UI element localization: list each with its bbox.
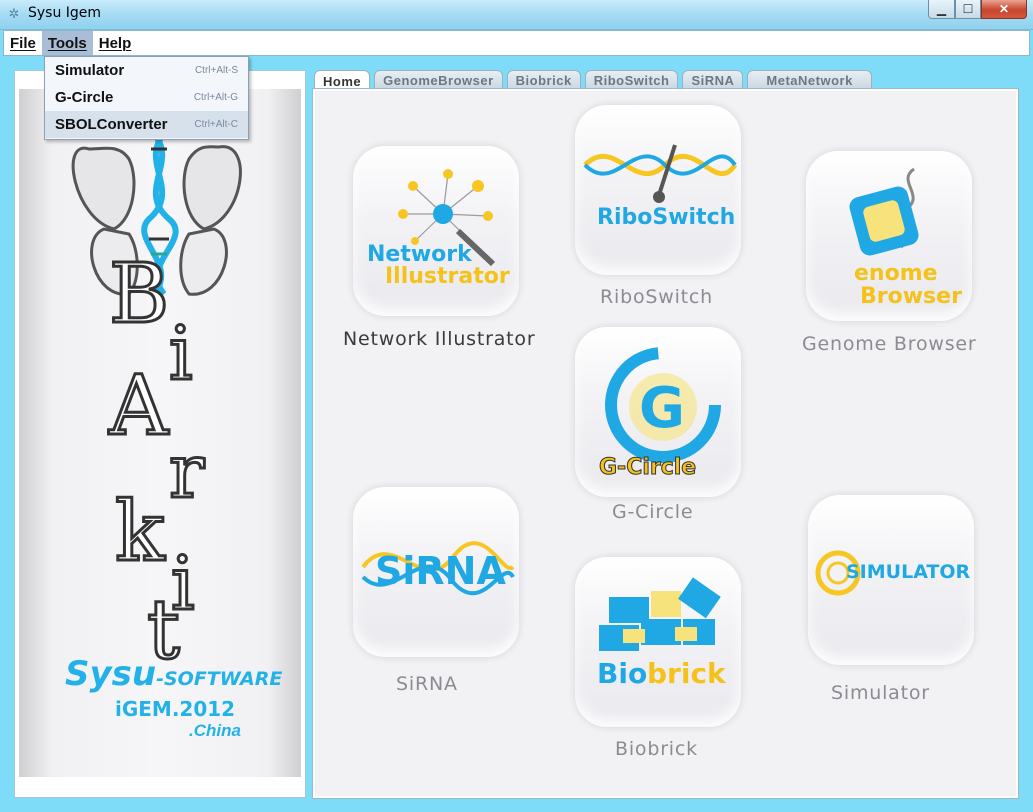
menu-item-sbolconverter[interactable]: SBOLConverter Ctrl+Alt-C xyxy=(45,111,248,138)
tools-dropdown: Simulator Ctrl+Alt-S G-Circle Ctrl+Alt-G… xyxy=(44,56,249,140)
network-label-line2: Illustrator xyxy=(385,264,510,289)
menu-item-accelerator: Ctrl+Alt-G xyxy=(193,92,238,103)
simulator-label: SIMULATOR xyxy=(846,561,971,583)
network-icon xyxy=(398,169,496,267)
logo-letter-a: A xyxy=(107,358,169,456)
logo-letter-b: B xyxy=(107,246,170,344)
svg-text:G: G xyxy=(639,376,685,441)
g-circle-tile[interactable]: G G-Circle xyxy=(575,327,741,497)
menu-item-accelerator: Ctrl+Alt-C xyxy=(194,119,238,130)
software-word: -SOFTWARE xyxy=(156,668,283,690)
menu-item-label: Simulator xyxy=(55,62,125,79)
g-circle-caption: G-Circle xyxy=(612,501,694,523)
menu-item-g-circle[interactable]: G-Circle Ctrl+Alt-G xyxy=(45,84,248,111)
biobrick-label-bio: Bio xyxy=(597,657,648,690)
maximize-button[interactable]: ☐ xyxy=(955,0,981,19)
china-text: .China xyxy=(189,721,241,740)
tab-riboswitch[interactable]: RiboSwitch xyxy=(584,70,679,90)
window-title: Sysu Igem xyxy=(28,5,102,21)
genome-browser-tile[interactable]: enome Browser xyxy=(806,151,972,321)
title-bar: ✲ Sysu Igem ▁ ☐ ✕ xyxy=(0,0,1033,30)
logo-letter-k: k xyxy=(114,484,167,582)
genome-browser-caption: Genome Browser xyxy=(802,333,977,355)
menu-item-simulator[interactable]: Simulator Ctrl+Alt-S xyxy=(45,57,248,84)
sirna-label: SiRNA xyxy=(375,549,506,593)
sirna-tile[interactable]: SiRNA xyxy=(353,487,519,657)
network-illustrator-caption: Network Illustrator xyxy=(343,328,536,350)
window-controls: ▁ ☐ ✕ xyxy=(928,0,1027,20)
logo-letter-r: r xyxy=(167,428,205,517)
menu-bar: File Tools Help xyxy=(3,30,1030,56)
riboswitch-helix-icon xyxy=(583,144,738,203)
tab-genomebrowser[interactable]: GenomeBrowser xyxy=(374,70,503,90)
sysu-logo-text: Sysu-SOFTWARE xyxy=(65,654,282,694)
genome-label-line2: Browser xyxy=(860,284,962,309)
menu-tools[interactable]: Tools xyxy=(41,31,93,55)
g-circle-label: G-Circle xyxy=(598,455,697,481)
sirna-caption: SiRNA xyxy=(396,673,458,695)
sysu-word: Sysu xyxy=(65,654,157,694)
riboswitch-label: RiboSwitch xyxy=(597,205,736,230)
logo-letter-i: i xyxy=(168,310,195,399)
simulator-caption: Simulator xyxy=(831,682,930,704)
igem-text: iGEM.2012 xyxy=(115,697,236,721)
network-illustrator-tile[interactable]: Network Illustrator xyxy=(353,146,519,316)
tab-sirna[interactable]: SiRNA xyxy=(682,70,744,90)
logo-panel: B i A r k i t Sysu-SOFTWARE iGEM.2012 .C… xyxy=(14,70,306,798)
minimize-button[interactable]: ▁ xyxy=(928,0,955,19)
app-icon: ✲ xyxy=(8,6,20,21)
menu-item-label: SBOLConverter xyxy=(55,116,168,133)
biobrick-blocks-icon xyxy=(599,577,721,651)
simulator-tile[interactable]: SIMULATOR xyxy=(808,495,974,665)
biobrick-tile[interactable]: Bio brick xyxy=(575,557,741,727)
genome-label-line1: enome xyxy=(854,261,938,286)
menu-file[interactable]: File xyxy=(4,31,42,55)
tab-biobrick[interactable]: Biobrick xyxy=(506,70,581,90)
tab-bar: Home GenomeBrowser Biobrick RiboSwitch S… xyxy=(314,70,876,91)
menu-help[interactable]: Help xyxy=(93,31,138,55)
home-panel: Network Illustrator Network Illustrator … xyxy=(312,88,1019,799)
biobrick-label-brick: brick xyxy=(647,657,726,690)
riboswitch-tile[interactable]: RiboSwitch xyxy=(575,105,741,275)
close-button[interactable]: ✕ xyxy=(981,0,1027,19)
tab-metanetwork[interactable]: MetaNetwork xyxy=(747,70,872,90)
biobrick-caption: Biobrick xyxy=(615,738,698,760)
menu-item-accelerator: Ctrl+Alt-S xyxy=(194,65,238,76)
riboswitch-caption: RiboSwitch xyxy=(600,286,713,308)
tab-home[interactable]: Home xyxy=(314,70,371,91)
menu-item-label: G-Circle xyxy=(55,89,114,106)
